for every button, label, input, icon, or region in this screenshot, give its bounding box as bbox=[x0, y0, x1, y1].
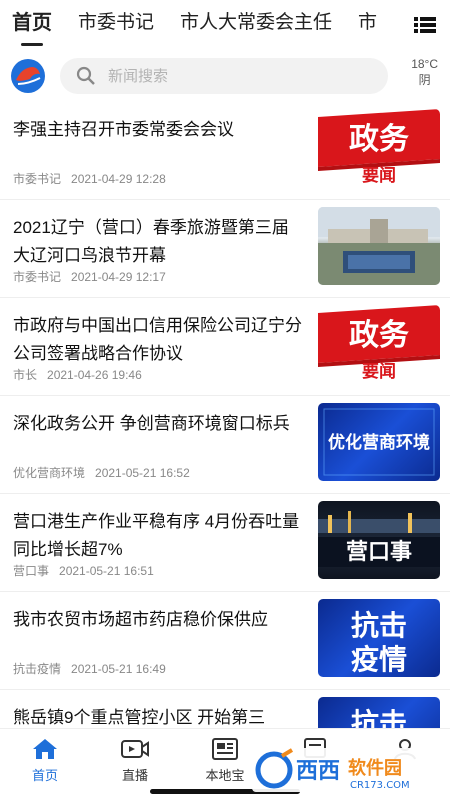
weather-temperature: 18°C bbox=[411, 57, 438, 71]
news-source: 抗击疫情 bbox=[13, 662, 62, 676]
news-meta: 市长 2021-04-26 19:46 bbox=[13, 366, 142, 383]
news-item[interactable]: 2021辽宁（营口）春季旅游暨第三届大辽河口鸟浪节开幕 市委书记 2021-04-… bbox=[0, 200, 450, 298]
news-item[interactable]: 深化政务公开 争创营商环境窗口标兵 优化营商环境 2021-05-21 16:52… bbox=[0, 396, 450, 494]
news-source: 市长 bbox=[13, 368, 38, 382]
list-menu-icon bbox=[414, 17, 436, 33]
news-meta: 营口事 2021-05-21 16:51 bbox=[13, 562, 154, 579]
home-icon bbox=[33, 739, 57, 759]
weather-condition: 阴 bbox=[418, 73, 431, 87]
news-meta: 市委书记 2021-04-29 12:28 bbox=[13, 170, 166, 187]
news-source: 市委书记 bbox=[13, 270, 62, 284]
news-item[interactable]: 我市农贸市场超市药店稳价保供应 抗击疫情 2021-05-21 16:49 抗击 … bbox=[0, 592, 450, 690]
news-item[interactable]: 李强主持召开市委常委会会议 市委书记 2021-04-29 12:28 政务 要闻 bbox=[0, 102, 450, 200]
news-list: 李强主持召开市委常委会会议 市委书记 2021-04-29 12:28 政务 要闻… bbox=[0, 102, 450, 788]
thumb-kj-top-text: 抗击 bbox=[351, 609, 407, 642]
thumb-yk-text: 营口事 bbox=[346, 539, 412, 565]
app-logo-icon[interactable] bbox=[10, 58, 46, 94]
nav-home-label: 首页 bbox=[31, 768, 58, 783]
news-time: 2021-05-21 16:52 bbox=[95, 466, 190, 480]
news-thumbnail: 政务 要闻 bbox=[318, 109, 440, 187]
news-title: 深化政务公开 争创营商环境窗口标兵 bbox=[13, 414, 290, 433]
news-title: 李强主持召开市委常委会会议 bbox=[13, 120, 234, 139]
news-source: 市委书记 bbox=[13, 172, 62, 186]
news-thumbnail: 抗击 疫情 bbox=[318, 599, 440, 677]
watermark-domain: CR173.COM bbox=[350, 780, 410, 791]
news-source: 营口事 bbox=[13, 564, 50, 578]
news-item[interactable]: 市政府与中国出口信用保险公司辽宁分公司签署战略合作协议 市长 2021-04-26… bbox=[0, 298, 450, 396]
thumb-zw-bottom-text: 要闻 bbox=[362, 361, 396, 382]
news-meta: 市委书记 2021-04-29 12:17 bbox=[13, 268, 166, 285]
tab-partial[interactable]: 市 bbox=[358, 0, 377, 50]
thumb-zw-bottom-text: 要闻 bbox=[362, 165, 396, 186]
weather-widget[interactable]: 18°C 阴 bbox=[411, 56, 438, 88]
news-title: 我市农贸市场超市药店稳价保供应 bbox=[13, 610, 268, 629]
news-thumbnail: 优化营商环境 bbox=[318, 403, 440, 481]
newspaper-icon bbox=[212, 738, 238, 760]
news-meta: 抗击疫情 2021-05-21 16:49 bbox=[13, 660, 166, 677]
search-bar[interactable] bbox=[60, 58, 388, 94]
news-source: 优化营商环境 bbox=[13, 466, 86, 480]
news-title: 营口港生产作业平稳有序 4月份吞吐量同比增长超7% bbox=[13, 512, 300, 559]
thumb-kj-bottom-text: 疫情 bbox=[351, 643, 407, 676]
thumb-yh-text: 优化营商环境 bbox=[328, 432, 430, 453]
thumb-zw-top-text: 政务 bbox=[349, 122, 409, 157]
tab-npc-director[interactable]: 市人大常委会主任 bbox=[180, 0, 332, 50]
news-time: 2021-04-29 12:28 bbox=[71, 172, 166, 186]
news-thumbnail: 政务 要闻 bbox=[318, 305, 440, 383]
news-time: 2021-05-21 16:49 bbox=[71, 662, 166, 676]
video-icon bbox=[121, 740, 149, 758]
nav-live-label: 直播 bbox=[121, 768, 148, 783]
watermark-brand: 西西 bbox=[296, 759, 340, 784]
top-tab-bar: 首页 市委书记 市人大常委会主任 市 bbox=[0, 0, 450, 50]
news-time: 2021-05-21 16:51 bbox=[59, 564, 154, 578]
search-icon bbox=[76, 66, 95, 85]
tab-home[interactable]: 首页 bbox=[12, 0, 52, 50]
nav-home[interactable]: 首页 bbox=[0, 729, 90, 800]
nav-local-label: 本地宝 bbox=[205, 768, 245, 783]
watermark: 西西 软件园 CR173.COM bbox=[252, 748, 442, 792]
news-time: 2021-04-29 12:17 bbox=[71, 270, 166, 284]
channel-menu-button[interactable] bbox=[400, 0, 450, 50]
news-meta: 优化营商环境 2021-05-21 16:52 bbox=[13, 464, 190, 481]
tab-party-secretary[interactable]: 市委书记 bbox=[78, 0, 154, 50]
search-input[interactable] bbox=[108, 67, 358, 85]
news-title: 市政府与中国出口信用保险公司辽宁分公司签署战略合作协议 bbox=[13, 316, 302, 363]
news-title: 2021辽宁（营口）春季旅游暨第三届大辽河口鸟浪节开幕 bbox=[13, 218, 289, 265]
news-time: 2021-04-26 19:46 bbox=[47, 368, 142, 382]
news-thumbnail: 营口事 bbox=[318, 501, 440, 579]
news-thumbnail-photo bbox=[318, 207, 440, 285]
search-row: 18°C 阴 bbox=[0, 50, 450, 102]
thumb-zw-top-text: 政务 bbox=[349, 318, 409, 353]
watermark-suffix: 软件园 bbox=[348, 757, 402, 779]
news-item[interactable]: 营口港生产作业平稳有序 4月份吞吐量同比增长超7% 营口事 2021-05-21 … bbox=[0, 494, 450, 592]
